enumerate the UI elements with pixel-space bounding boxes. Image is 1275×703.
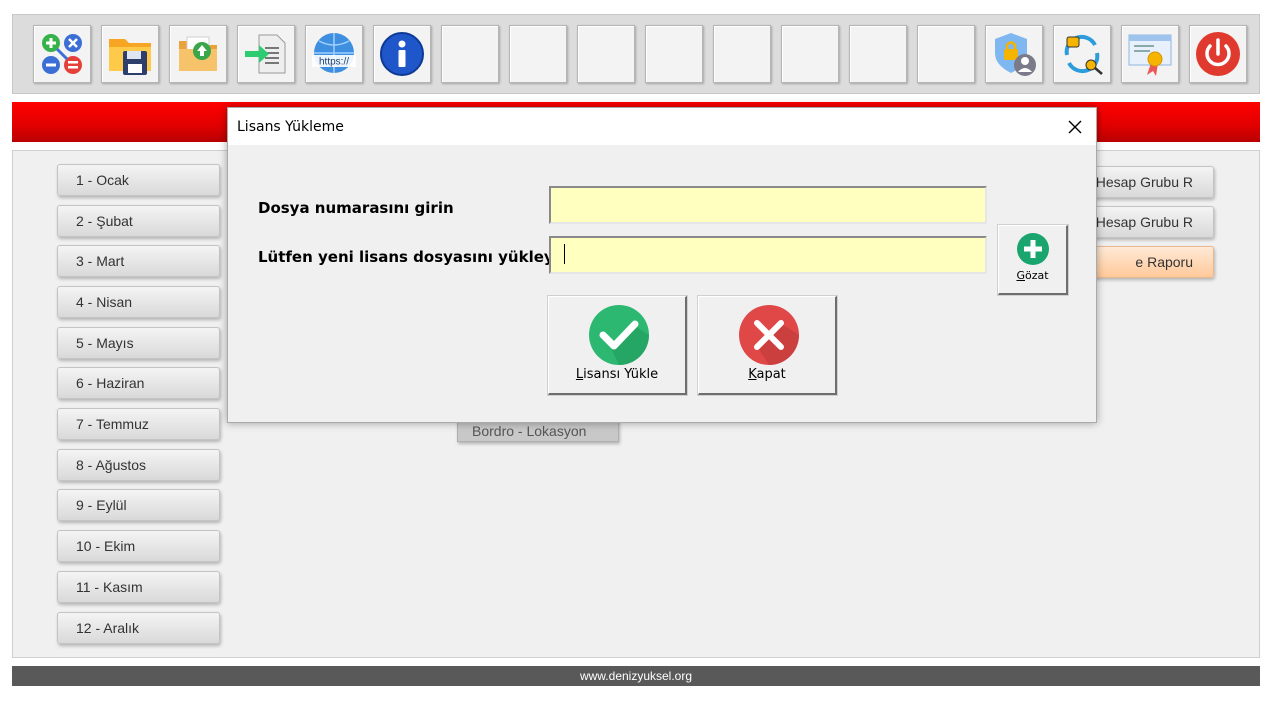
month-button[interactable]: 3 - Mart <box>57 245 220 277</box>
month-button[interactable]: 6 - Haziran <box>57 367 220 399</box>
toolbar: https:// <box>12 14 1260 94</box>
save-folder-icon <box>109 39 151 75</box>
import-document-icon <box>245 34 286 74</box>
save-button[interactable] <box>101 25 159 83</box>
cancel-icon <box>739 305 799 365</box>
month-button[interactable]: 9 - Eylül <box>57 489 220 521</box>
month-button[interactable]: 12 - Aralık <box>57 612 220 644</box>
text-caret <box>564 244 565 264</box>
calculator-icon <box>42 34 82 74</box>
file-number-input[interactable] <box>549 186 987 224</box>
power-icon <box>1196 32 1240 76</box>
month-button[interactable]: 4 - Nisan <box>57 286 220 318</box>
web-globe-text: https:// <box>319 57 349 68</box>
web-globe-icon: https:// <box>312 33 356 73</box>
month-button[interactable]: 5 - Mayıs <box>57 327 220 359</box>
import-button[interactable] <box>237 25 295 83</box>
empty-toolbar-button[interactable] <box>577 25 635 83</box>
close-icon[interactable] <box>1064 116 1086 138</box>
power-button[interactable] <box>1189 25 1247 83</box>
empty-toolbar-button[interactable] <box>441 25 499 83</box>
month-button[interactable]: 10 - Ekim <box>57 530 220 562</box>
month-button[interactable]: 1 - Ocak <box>57 164 220 196</box>
month-button[interactable]: 8 - Ağustos <box>57 449 220 481</box>
empty-toolbar-button[interactable] <box>781 25 839 83</box>
empty-toolbar-button[interactable] <box>917 25 975 83</box>
empty-toolbar-button[interactable] <box>849 25 907 83</box>
license-sync-icon <box>1064 34 1103 75</box>
file-number-label: Dosya numarasını girin <box>258 199 454 217</box>
empty-toolbar-button[interactable] <box>645 25 703 83</box>
close-dialog-label: Kapat <box>748 367 786 382</box>
calculator-button[interactable] <box>33 25 91 83</box>
load-license-label: Lisansı Yükle <box>575 367 659 382</box>
plus-icon <box>1017 233 1049 265</box>
month-button[interactable]: 2 - Şubat <box>57 205 220 237</box>
close-dialog-button[interactable]: Kapat <box>698 296 837 395</box>
license-sync-button[interactable] <box>1053 25 1111 83</box>
certificate-button[interactable] <box>1121 25 1179 83</box>
browse-button[interactable]: Gözat <box>998 225 1068 295</box>
browse-label: Gözat <box>1016 269 1049 282</box>
certificate-icon <box>1128 34 1172 76</box>
empty-toolbar-button[interactable] <box>509 25 567 83</box>
license-dialog: Lisans Yükleme Dosya numarasını girin Lü… <box>227 107 1097 423</box>
web-button[interactable]: https:// <box>305 25 363 83</box>
user-security-button[interactable] <box>985 25 1043 83</box>
month-button[interactable]: 7 - Temmuz <box>57 408 220 440</box>
dialog-title: Lisans Yükleme <box>237 119 344 135</box>
empty-toolbar-button[interactable] <box>713 25 771 83</box>
footer: www.denizyuksel.org <box>12 666 1260 686</box>
dialog-titlebar: Lisans Yükleme <box>228 108 1096 145</box>
month-button[interactable]: 11 - Kasım <box>57 571 220 603</box>
info-button[interactable] <box>373 25 431 83</box>
upload-folder-icon <box>179 36 217 71</box>
license-file-input[interactable] <box>549 236 987 274</box>
license-file-label: Lütfen yeni lisans dosyasını yükleyin <box>258 248 570 266</box>
user-security-icon <box>995 33 1036 76</box>
load-license-button[interactable]: Lisansı Yükle <box>548 296 687 395</box>
info-icon <box>380 32 424 76</box>
checkmark-icon <box>589 305 649 365</box>
upload-button[interactable] <box>169 25 227 83</box>
